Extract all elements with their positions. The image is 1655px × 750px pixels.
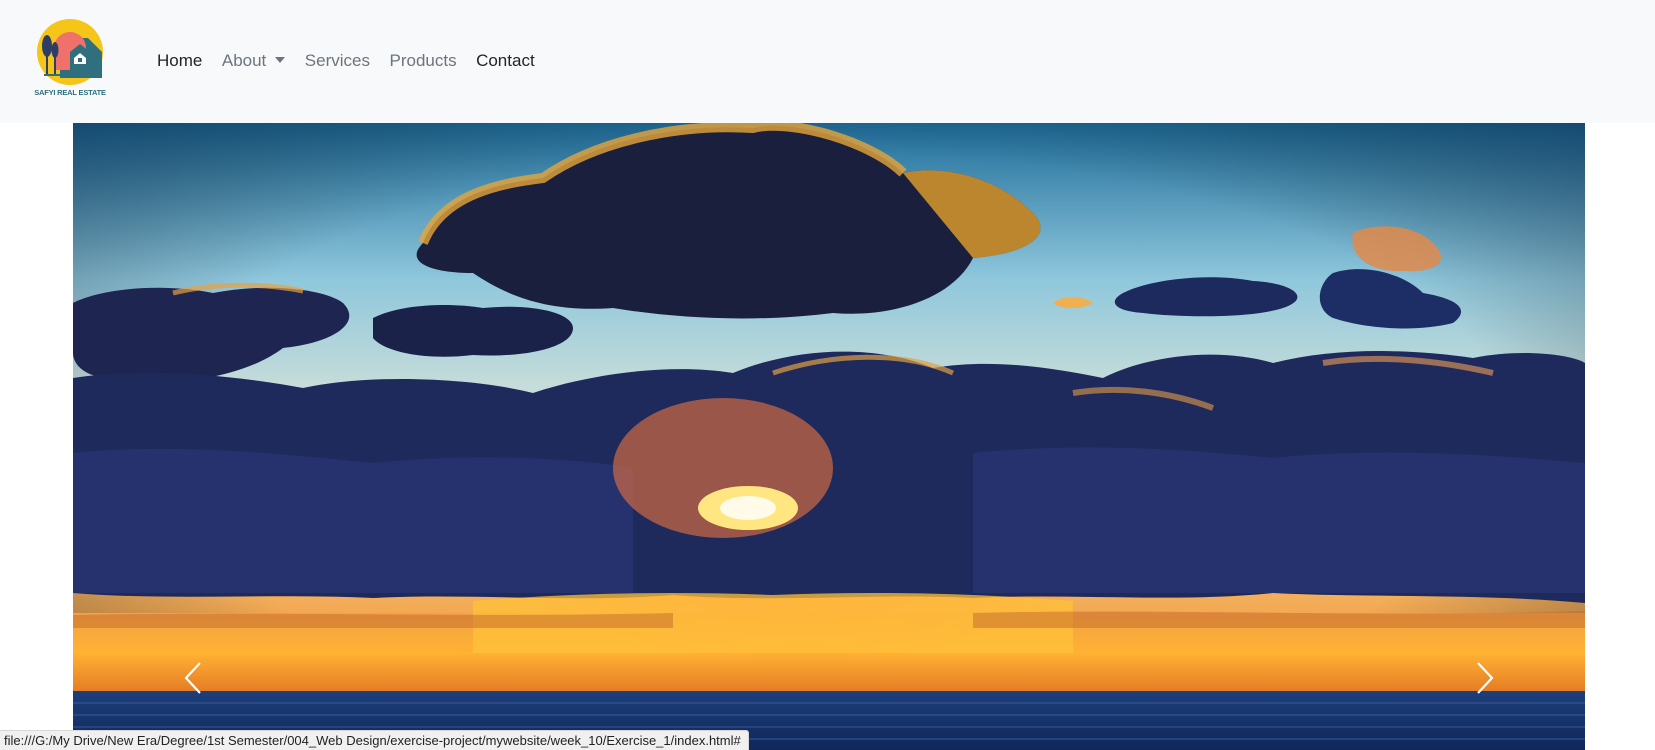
nav-contact-link[interactable]: Contact bbox=[476, 51, 544, 71]
status-url: file:///G:/My Drive/New Era/Degree/1st S… bbox=[4, 733, 741, 748]
nav-about-label: About bbox=[221, 51, 267, 70]
sunset-image bbox=[73, 123, 1585, 750]
brand-logo[interactable]: SAFYI REAL ESTATE bbox=[30, 18, 110, 98]
nav-contact-label: Contact bbox=[476, 51, 535, 70]
nav-services-link[interactable]: Services bbox=[305, 51, 380, 71]
nav-home-link[interactable]: Home bbox=[157, 51, 212, 71]
navbar: SAFYI REAL ESTATE Home About Services Pr… bbox=[0, 0, 1655, 123]
nav-links: Home About Services Products Contact bbox=[157, 46, 554, 76]
chevron-left-icon bbox=[184, 662, 201, 694]
nav-services-label: Services bbox=[304, 51, 370, 70]
nav-about-dropdown[interactable]: About bbox=[222, 51, 295, 71]
nav-home-label: Home bbox=[157, 51, 203, 70]
house-trees-logo-icon bbox=[37, 19, 103, 85]
hero-carousel bbox=[73, 123, 1585, 750]
nav-products-label: Products bbox=[389, 51, 457, 70]
carousel-prev-button[interactable] bbox=[173, 653, 213, 703]
browser-status-bar: file:///G:/My Drive/New Era/Degree/1st S… bbox=[0, 730, 749, 750]
chevron-right-icon bbox=[1477, 662, 1494, 694]
caret-down-icon bbox=[275, 57, 286, 63]
carousel-next-button[interactable] bbox=[1465, 653, 1505, 703]
nav-products-link[interactable]: Products bbox=[389, 51, 466, 71]
brand-text: SAFYI REAL ESTATE bbox=[34, 88, 106, 97]
